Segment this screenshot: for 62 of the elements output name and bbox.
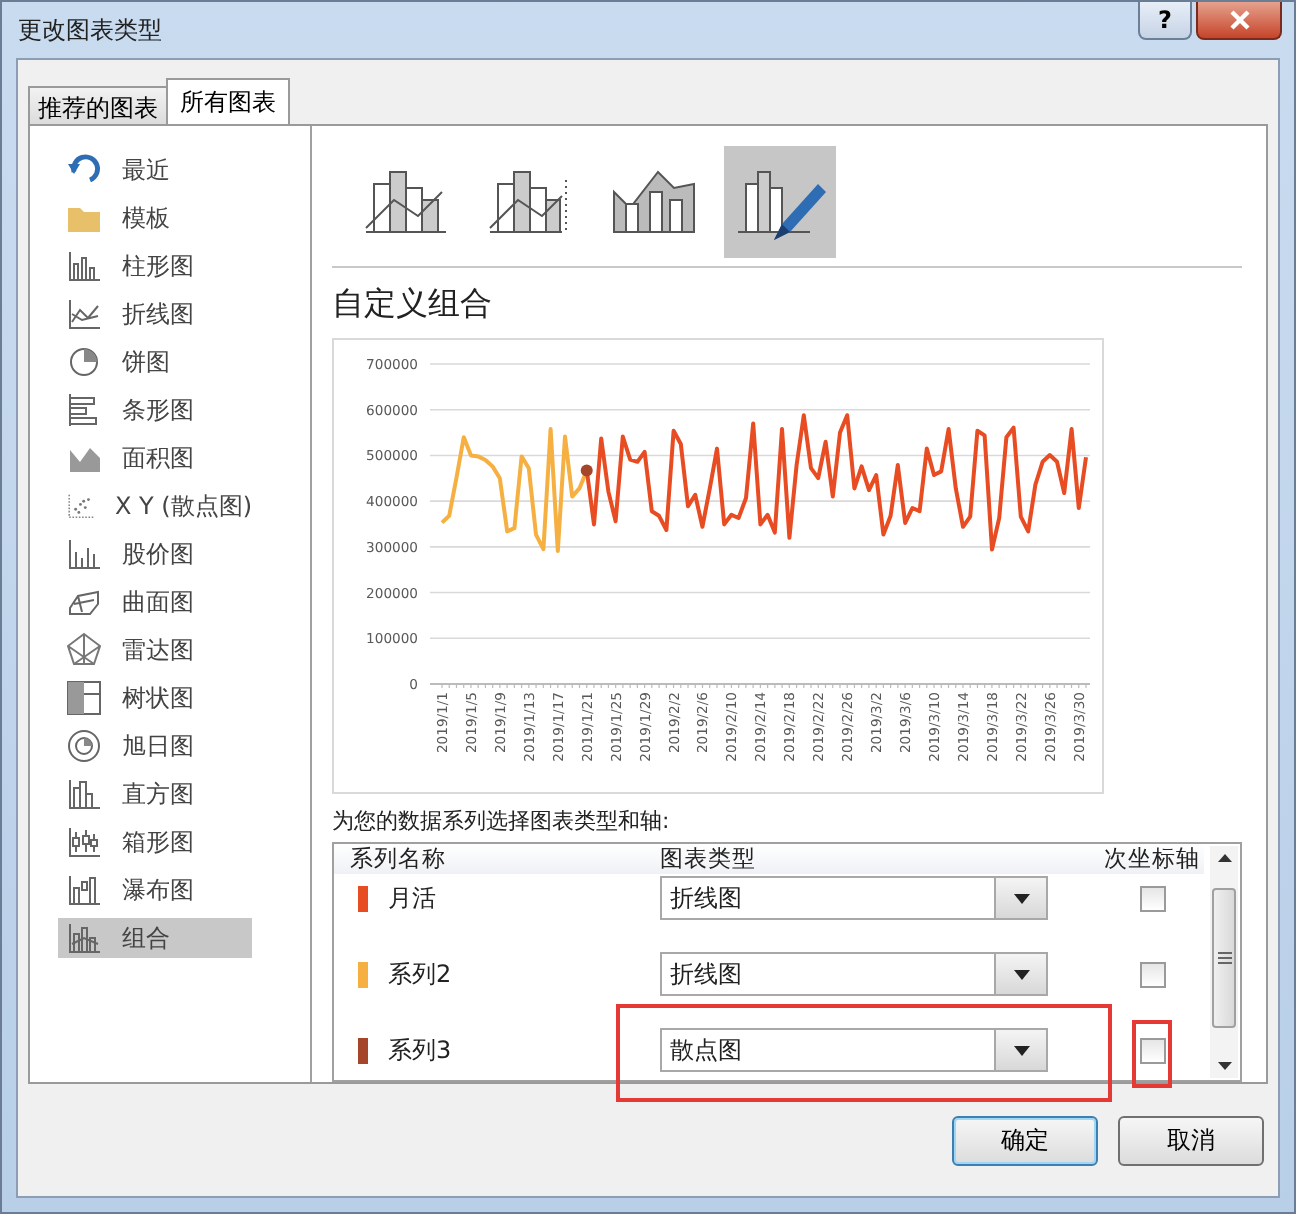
chart-type-item[interactable]: 旭日图	[58, 726, 252, 766]
secondary-axis-checkbox[interactable]	[1139, 885, 1165, 911]
caret-down-icon	[1013, 1045, 1029, 1055]
series-name: 月活	[388, 881, 436, 915]
caret-down-icon	[1013, 893, 1029, 903]
secondary-axis-checkbox[interactable]	[1139, 961, 1165, 987]
data-point	[580, 464, 593, 477]
chart-type-dropdown[interactable]: 折线图	[660, 952, 1048, 996]
stock-chart-icon	[66, 536, 102, 572]
chart-subtype-button[interactable]	[724, 146, 836, 258]
line-chart-icon	[66, 296, 102, 332]
chart-type-item[interactable]: 柱形图	[58, 246, 252, 286]
combo-chart-icon	[66, 920, 102, 956]
chart-type-item[interactable]: 面积图	[58, 438, 252, 478]
histogram-icon	[66, 776, 102, 812]
chart-type-item[interactable]: 折线图	[58, 294, 252, 334]
chart-type-item[interactable]: 组合	[58, 918, 252, 958]
column-chart-icon	[66, 248, 102, 284]
column-header: 系列名称	[348, 844, 448, 874]
window-title: 更改图表类型	[18, 13, 162, 47]
chart-type-item[interactable]: 股价图	[58, 534, 252, 574]
scroll-down-icon[interactable]	[1217, 1062, 1231, 1070]
chart-type-item[interactable]: 条形图	[58, 390, 252, 430]
bar-chart-icon	[66, 392, 102, 428]
chart-type-item[interactable]: 箱形图	[58, 822, 252, 862]
box-plot-icon	[66, 824, 102, 860]
chart-type-item[interactable]: 树状图	[58, 678, 252, 718]
column-header: 次坐标轴	[1102, 844, 1202, 874]
chart-type-item[interactable]: 直方图	[58, 774, 252, 814]
close-button[interactable]	[1196, 2, 1282, 40]
highlight-frame	[1132, 1019, 1172, 1087]
cancel-button[interactable]: 取消	[1118, 1115, 1264, 1165]
chart-type-item[interactable]: 模板	[58, 198, 252, 238]
chart-type-item[interactable]: 曲面图	[58, 582, 252, 622]
series-name: 系列2	[388, 957, 452, 991]
radar-chart-icon	[66, 632, 102, 668]
instruction-text: 为您的数据系列选择图表类型和轴:	[332, 806, 672, 836]
chart-type-item[interactable]: 雷达图	[58, 630, 252, 670]
waterfall-chart-icon	[66, 872, 102, 908]
scroll-up-icon[interactable]	[1217, 854, 1231, 862]
scrollbar[interactable]	[1210, 846, 1238, 1078]
chart-type-item[interactable]: X Y (散点图)	[58, 486, 252, 526]
secondary-axis-checkbox[interactable]	[1139, 1037, 1165, 1063]
chart-type-dropdown[interactable]: 散点图	[660, 1028, 1048, 1072]
column-header: 图表类型	[658, 844, 758, 874]
sunburst-icon	[66, 728, 102, 764]
chart-type-item[interactable]: 最近	[58, 150, 252, 190]
caret-down-icon	[1013, 969, 1029, 979]
pie-chart-icon	[66, 344, 102, 380]
ok-button[interactable]: 确定	[952, 1115, 1098, 1165]
chart-type-item[interactable]: 饼图	[58, 342, 252, 382]
treemap-icon	[66, 680, 102, 716]
tab[interactable]: 推荐的图表	[28, 86, 168, 124]
chart-type-dropdown[interactable]: 折线图	[660, 876, 1048, 920]
undo-arrow-icon	[66, 152, 102, 188]
chart-type-item[interactable]: 瀑布图	[58, 870, 252, 910]
close-icon	[1227, 8, 1251, 32]
section-heading: 自定义组合	[332, 284, 494, 326]
help-button[interactable]: ?	[1138, 2, 1192, 40]
grip-icon	[1217, 952, 1231, 964]
series-name: 系列3	[388, 1033, 452, 1067]
tab[interactable]: 所有图表	[166, 78, 290, 124]
